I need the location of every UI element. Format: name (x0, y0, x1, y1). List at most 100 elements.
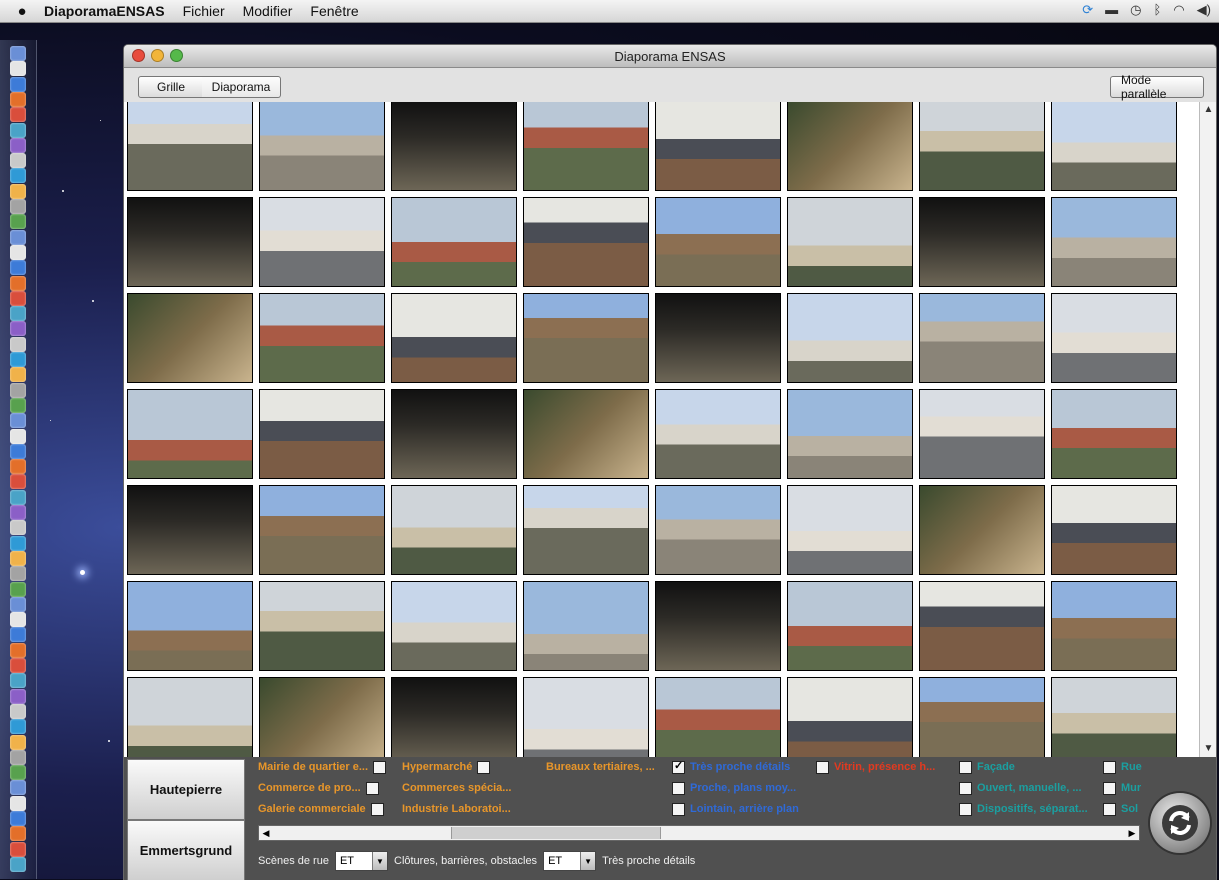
photo-thumbnail[interactable] (127, 677, 253, 757)
dock-app-icon[interactable] (10, 321, 26, 337)
dock-app-icon[interactable] (10, 719, 26, 735)
scroll-right-icon[interactable]: ▶ (1125, 826, 1139, 840)
photo-thumbnail[interactable] (523, 389, 649, 479)
dock-app-icon[interactable] (10, 673, 26, 689)
checkbox[interactable] (373, 760, 387, 774)
photo-thumbnail[interactable] (787, 485, 913, 575)
photo-thumbnail[interactable] (655, 677, 781, 757)
filter-galerie-commerciale[interactable]: Galerie commerciale (258, 802, 384, 816)
photo-thumbnail[interactable] (787, 389, 913, 479)
chevron-down-icon[interactable]: ▼ (372, 852, 387, 870)
scroll-left-icon[interactable]: ◀ (259, 826, 273, 840)
dock-app-icon[interactable] (10, 474, 26, 490)
dock-app-icon[interactable] (10, 627, 26, 643)
dock-app-icon[interactable] (10, 76, 26, 92)
photo-thumbnail[interactable] (919, 389, 1045, 479)
filter-commerces-specialises[interactable]: Commerces spécia... (402, 781, 511, 795)
photo-thumbnail[interactable] (127, 485, 253, 575)
dock-app-icon[interactable] (10, 780, 26, 796)
menu-fenetre[interactable]: Fenêtre (310, 3, 358, 19)
filter-rue[interactable]: Rue (1103, 760, 1142, 774)
photo-thumbnail[interactable] (127, 293, 253, 383)
refresh-button[interactable] (1150, 793, 1210, 853)
photo-thumbnail[interactable] (259, 197, 385, 287)
photo-thumbnail[interactable] (655, 197, 781, 287)
dock-app-icon[interactable] (10, 290, 26, 306)
photo-thumbnail[interactable] (259, 102, 385, 191)
dock-app-icon[interactable] (10, 168, 26, 184)
filter-dispositifs-separation[interactable]: Dispositifs, séparat... (959, 802, 1088, 816)
dock-app-icon[interactable] (10, 550, 26, 566)
photo-thumbnail[interactable] (391, 581, 517, 671)
dock-app-icon[interactable] (10, 459, 26, 475)
photo-thumbnail[interactable] (919, 293, 1045, 383)
checkbox[interactable] (477, 760, 491, 774)
slideshow-view-button[interactable]: Diaporama (202, 76, 281, 98)
photo-thumbnail[interactable] (391, 389, 517, 479)
place-emmertsgrund-button[interactable]: Emmertsgrund (127, 820, 245, 880)
photo-thumbnail[interactable] (391, 485, 517, 575)
dock-app-icon[interactable] (10, 214, 26, 230)
photo-thumbnail[interactable] (523, 293, 649, 383)
filter-industrie[interactable]: Industrie Laboratoi... (402, 802, 511, 816)
checkbox[interactable] (816, 760, 829, 774)
filter-sol[interactable]: Sol (1103, 802, 1138, 816)
scroll-up-icon[interactable]: ▲ (1200, 102, 1216, 118)
dock-app-icon[interactable] (10, 336, 26, 352)
operator-select-1[interactable]: ET ▼ (334, 851, 388, 871)
photo-thumbnail[interactable] (787, 581, 913, 671)
sync-icon[interactable]: ⟳ (1082, 2, 1093, 18)
photo-thumbnail[interactable] (523, 197, 649, 287)
dock-app-icon[interactable] (10, 612, 26, 628)
photo-thumbnail[interactable] (127, 581, 253, 671)
photo-thumbnail[interactable] (127, 197, 253, 287)
dock-app-icon[interactable] (10, 688, 26, 704)
dock-app-icon[interactable] (10, 811, 26, 826)
filter-mairie[interactable]: Mairie de quartier e... (258, 760, 387, 774)
photo-thumbnail[interactable] (655, 389, 781, 479)
photo-thumbnail[interactable] (787, 677, 913, 757)
dock-app-icon[interactable] (10, 122, 26, 138)
photo-thumbnail[interactable] (919, 102, 1045, 191)
dock-app-icon[interactable] (10, 428, 26, 444)
filter-lointain-arriere-plan[interactable]: Lointain, arrière plan (672, 802, 799, 816)
checkbox[interactable] (370, 802, 384, 816)
dock-app-icon[interactable] (10, 153, 26, 169)
apple-icon[interactable]: ● (0, 3, 44, 20)
photo-thumbnail[interactable] (1051, 389, 1177, 479)
chevron-down-icon[interactable]: ▼ (580, 852, 596, 870)
photo-thumbnail[interactable] (655, 581, 781, 671)
parallel-mode-button[interactable]: Mode parallèle (1110, 73, 1204, 101)
photo-thumbnail[interactable] (259, 677, 385, 757)
checkbox[interactable] (1103, 760, 1116, 774)
filter-bureaux-tertiaires[interactable]: Bureaux tertiaires, ... (546, 760, 655, 774)
photo-thumbnail[interactable] (259, 581, 385, 671)
photo-thumbnail[interactable] (919, 197, 1045, 287)
horizontal-scrollbar[interactable]: ◀ ▶ (258, 825, 1140, 841)
filter-proche-plans-moyens[interactable]: Proche, plans moy... (672, 781, 796, 795)
photo-thumbnail[interactable] (787, 102, 913, 191)
time-machine-icon[interactable]: ◷ (1130, 2, 1141, 18)
dock-app-icon[interactable] (10, 826, 26, 842)
dock-app-icon[interactable] (10, 658, 26, 673)
dock-app-icon[interactable] (10, 703, 26, 719)
filter-ouvert-manuelle[interactable]: Ouvert, manuelle, ... (959, 781, 1082, 795)
dock-app-icon[interactable] (10, 397, 26, 413)
scroll-down-icon[interactable]: ▼ (1200, 741, 1216, 757)
filter-vitrine-presence[interactable]: Vitrin, présence h... (816, 760, 935, 774)
dock-app-icon[interactable] (10, 244, 26, 260)
dock-app-icon[interactable] (10, 91, 26, 107)
photo-thumbnail[interactable] (655, 485, 781, 575)
dock-app-icon[interactable] (10, 443, 26, 459)
photo-thumbnail[interactable] (391, 293, 517, 383)
display-icon[interactable]: ▬ (1105, 2, 1118, 18)
checkbox[interactable] (959, 760, 972, 774)
photo-thumbnail[interactable] (127, 102, 253, 191)
dock-app-icon[interactable] (10, 856, 26, 872)
dock-app-icon[interactable] (10, 642, 26, 658)
dock-app-icon[interactable] (10, 596, 26, 612)
filter-tres-proche-details[interactable]: Très proche détails (672, 759, 790, 774)
dock-app-icon[interactable] (10, 505, 26, 520)
photo-thumbnail[interactable] (1051, 197, 1177, 287)
dock-app-icon[interactable] (10, 137, 26, 153)
